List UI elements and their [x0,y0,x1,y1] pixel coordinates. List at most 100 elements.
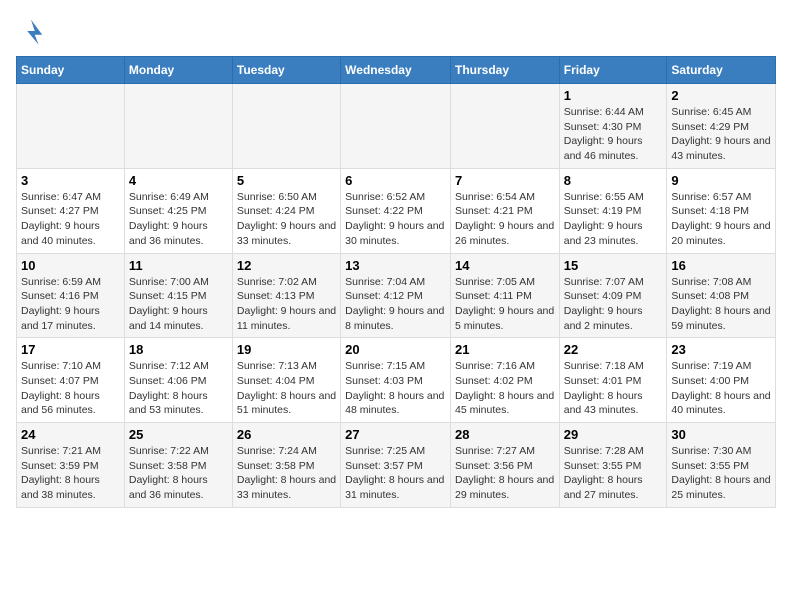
day-number: 13 [345,258,446,273]
day-cell: 23 Sunrise: 7:19 AMSunset: 4:00 PMDayligh… [667,338,776,423]
day-info: Sunrise: 7:13 AMSunset: 4:04 PMDaylight:… [237,359,336,418]
day-info: Sunrise: 7:00 AMSunset: 4:15 PMDaylight:… [129,275,228,334]
day-cell: 6 Sunrise: 6:52 AMSunset: 4:22 PMDaylight… [341,168,451,253]
day-info: Sunrise: 7:27 AMSunset: 3:56 PMDaylight:… [455,444,555,503]
day-cell: 4 Sunrise: 6:49 AMSunset: 4:25 PMDaylight… [124,168,232,253]
day-cell: 30 Sunrise: 7:30 AMSunset: 3:55 PMDayligh… [667,423,776,508]
week-row-3: 17 Sunrise: 7:10 AMSunset: 4:07 PMDayligh… [17,338,776,423]
day-number: 23 [671,342,771,357]
day-cell: 27 Sunrise: 7:25 AMSunset: 3:57 PMDayligh… [341,423,451,508]
day-number: 14 [455,258,555,273]
day-cell: 17 Sunrise: 7:10 AMSunset: 4:07 PMDayligh… [17,338,125,423]
day-number: 4 [129,173,228,188]
day-cell: 29Sunrise: 7:28 AMSunset: 3:55 PMDayligh… [559,423,667,508]
day-cell: 16Sunrise: 7:08 AMSunset: 4:08 PMDayligh… [667,253,776,338]
day-info: Sunrise: 7:28 AMSunset: 3:55 PMDaylight:… [564,444,663,503]
day-number: 21 [455,342,555,357]
day-info: Sunrise: 7:07 AMSunset: 4:09 PMDaylight:… [564,275,663,334]
day-cell: 26 Sunrise: 7:24 AMSunset: 3:58 PMDayligh… [232,423,340,508]
day-number: 20 [345,342,446,357]
day-cell: 3Sunrise: 6:47 AMSunset: 4:27 PMDaylight… [17,168,125,253]
day-info: Sunrise: 7:22 AMSunset: 3:58 PMDaylight:… [129,444,228,503]
day-number: 24 [21,427,120,442]
day-info: Sunrise: 7:30 AMSunset: 3:55 PMDaylight:… [671,444,771,503]
week-row-1: 3Sunrise: 6:47 AMSunset: 4:27 PMDaylight… [17,168,776,253]
day-info: Sunrise: 6:55 AMSunset: 4:19 PMDaylight:… [564,190,663,249]
day-number: 8 [564,173,663,188]
day-cell [450,84,559,169]
day-info: Sunrise: 6:57 AMSunset: 4:18 PMDaylight:… [671,190,771,249]
day-info: Sunrise: 6:49 AMSunset: 4:25 PMDaylight:… [129,190,228,249]
day-info: Sunrise: 7:18 AMSunset: 4:01 PMDaylight:… [564,359,663,418]
day-number: 30 [671,427,771,442]
day-info: Sunrise: 7:05 AMSunset: 4:11 PMDaylight:… [455,275,555,334]
day-info: Sunrise: 6:54 AMSunset: 4:21 PMDaylight:… [455,190,555,249]
header [16,16,776,46]
day-number: 19 [237,342,336,357]
day-number: 6 [345,173,446,188]
day-info: Sunrise: 6:50 AMSunset: 4:24 PMDaylight:… [237,190,336,249]
day-number: 2 [671,88,771,103]
day-info: Sunrise: 6:59 AMSunset: 4:16 PMDaylight:… [21,275,120,334]
day-info: Sunrise: 6:52 AMSunset: 4:22 PMDaylight:… [345,190,446,249]
day-cell: 18 Sunrise: 7:12 AMSunset: 4:06 PMDayligh… [124,338,232,423]
day-number: 3 [21,173,120,188]
day-cell: 25 Sunrise: 7:22 AMSunset: 3:58 PMDayligh… [124,423,232,508]
col-header-monday: Monday [124,57,232,84]
logo-icon [16,16,46,46]
day-cell [232,84,340,169]
day-cell: 8 Sunrise: 6:55 AMSunset: 4:19 PMDaylight… [559,168,667,253]
day-info: Sunrise: 7:19 AMSunset: 4:00 PMDaylight:… [671,359,771,418]
day-info: Sunrise: 7:25 AMSunset: 3:57 PMDaylight:… [345,444,446,503]
day-cell: 1 Sunrise: 6:44 AMSunset: 4:30 PMDaylight… [559,84,667,169]
day-number: 22 [564,342,663,357]
day-number: 26 [237,427,336,442]
day-number: 1 [564,88,663,103]
logo [16,16,50,46]
day-cell: 11 Sunrise: 7:00 AMSunset: 4:15 PMDayligh… [124,253,232,338]
week-row-2: 10Sunrise: 6:59 AMSunset: 4:16 PMDayligh… [17,253,776,338]
col-header-friday: Friday [559,57,667,84]
day-info: Sunrise: 7:08 AMSunset: 4:08 PMDaylight:… [671,275,771,334]
day-number: 9 [671,173,771,188]
week-row-0: 1 Sunrise: 6:44 AMSunset: 4:30 PMDaylight… [17,84,776,169]
day-cell: 9 Sunrise: 6:57 AMSunset: 4:18 PMDaylight… [667,168,776,253]
day-number: 12 [237,258,336,273]
col-header-tuesday: Tuesday [232,57,340,84]
day-cell: 28 Sunrise: 7:27 AMSunset: 3:56 PMDayligh… [450,423,559,508]
day-info: Sunrise: 7:12 AMSunset: 4:06 PMDaylight:… [129,359,228,418]
day-info: Sunrise: 7:16 AMSunset: 4:02 PMDaylight:… [455,359,555,418]
col-header-thursday: Thursday [450,57,559,84]
day-cell: 12 Sunrise: 7:02 AMSunset: 4:13 PMDayligh… [232,253,340,338]
day-number: 27 [345,427,446,442]
day-info: Sunrise: 7:02 AMSunset: 4:13 PMDaylight:… [237,275,336,334]
day-cell: 10Sunrise: 6:59 AMSunset: 4:16 PMDayligh… [17,253,125,338]
col-header-sunday: Sunday [17,57,125,84]
day-cell: 7Sunrise: 6:54 AMSunset: 4:21 PMDaylight… [450,168,559,253]
week-row-4: 24Sunrise: 7:21 AMSunset: 3:59 PMDayligh… [17,423,776,508]
day-number: 28 [455,427,555,442]
day-cell [124,84,232,169]
col-header-wednesday: Wednesday [341,57,451,84]
day-number: 17 [21,342,120,357]
day-number: 25 [129,427,228,442]
day-cell: 20 Sunrise: 7:15 AMSunset: 4:03 PMDayligh… [341,338,451,423]
day-cell: 13Sunrise: 7:04 AMSunset: 4:12 PMDayligh… [341,253,451,338]
header-row: SundayMondayTuesdayWednesdayThursdayFrid… [17,57,776,84]
day-number: 5 [237,173,336,188]
day-cell: 24Sunrise: 7:21 AMSunset: 3:59 PMDayligh… [17,423,125,508]
day-number: 11 [129,258,228,273]
day-info: Sunrise: 6:44 AMSunset: 4:30 PMDaylight:… [564,105,663,164]
day-cell: 22 Sunrise: 7:18 AMSunset: 4:01 PMDayligh… [559,338,667,423]
day-info: Sunrise: 7:15 AMSunset: 4:03 PMDaylight:… [345,359,446,418]
day-cell: 5 Sunrise: 6:50 AMSunset: 4:24 PMDaylight… [232,168,340,253]
day-info: Sunrise: 7:10 AMSunset: 4:07 PMDaylight:… [21,359,120,418]
day-info: Sunrise: 6:45 AMSunset: 4:29 PMDaylight:… [671,105,771,164]
day-number: 15 [564,258,663,273]
day-info: Sunrise: 7:24 AMSunset: 3:58 PMDaylight:… [237,444,336,503]
calendar-table: SundayMondayTuesdayWednesdayThursdayFrid… [16,56,776,508]
day-cell [17,84,125,169]
day-cell: 15 Sunrise: 7:07 AMSunset: 4:09 PMDayligh… [559,253,667,338]
day-number: 18 [129,342,228,357]
day-cell: 2 Sunrise: 6:45 AMSunset: 4:29 PMDaylight… [667,84,776,169]
